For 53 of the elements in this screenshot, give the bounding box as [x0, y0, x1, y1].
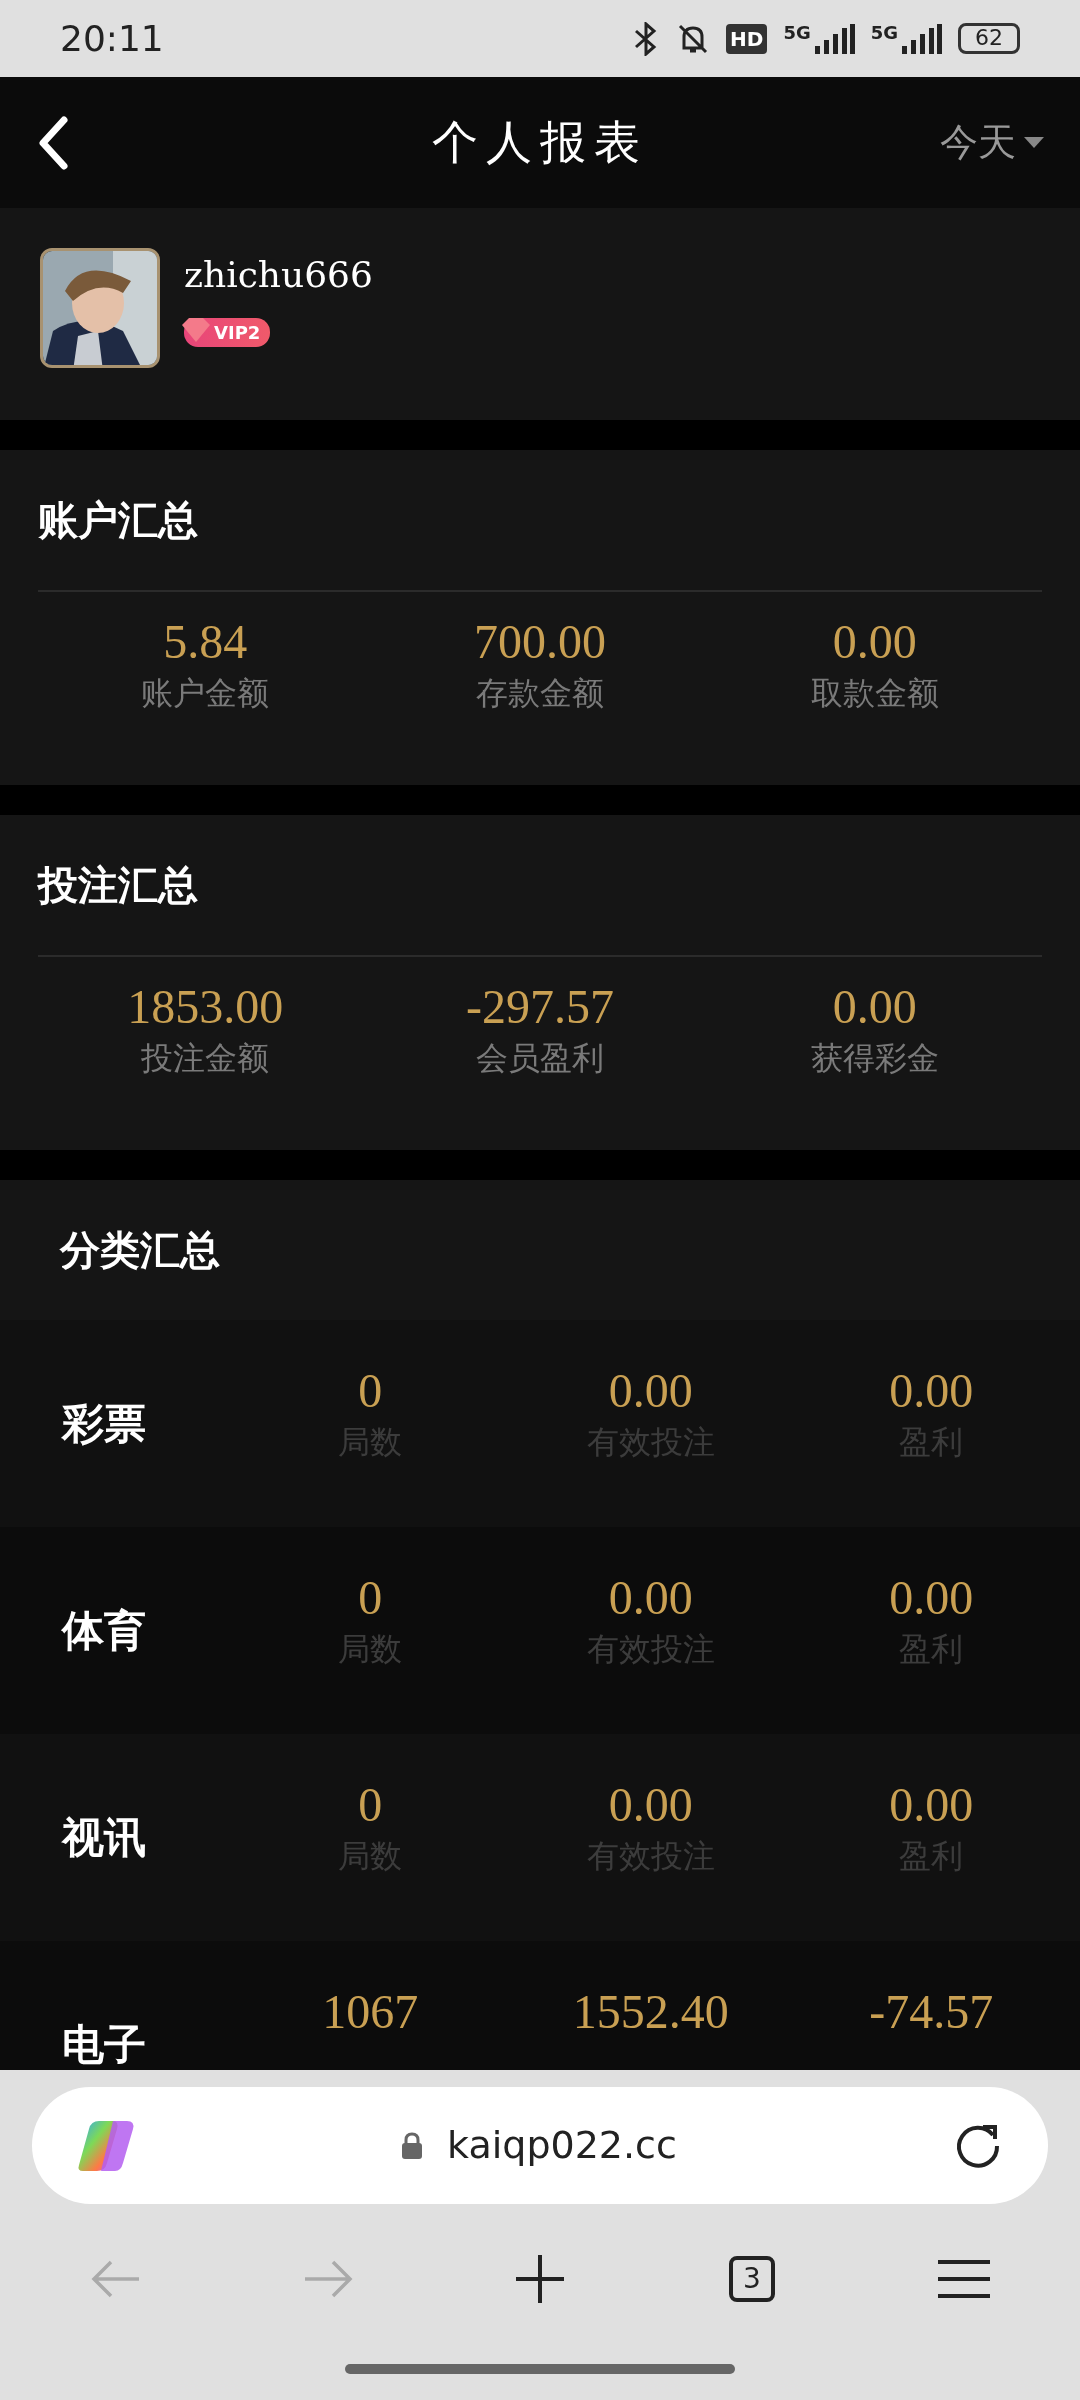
stat-label: 投注金额 [141, 1037, 270, 1079]
category-name: 电子 [61, 2019, 147, 2070]
stat-value: 0.00 [608, 1572, 693, 1625]
caret-icon [1024, 136, 1044, 149]
stat-label: 存款金额 [476, 672, 604, 714]
stat-value: 0 [358, 1572, 383, 1625]
lock-icon [401, 2131, 424, 2160]
status-time: 20:11 [60, 16, 164, 61]
stat-value: 5.84 [163, 616, 248, 669]
category-name: 彩票 [60, 1398, 147, 1450]
stat-value: 0.00 [608, 1365, 693, 1418]
signal-icon [902, 23, 942, 54]
period-dropdown[interactable]: 今天 [934, 77, 1050, 208]
stat-value: 0 [358, 1365, 383, 1418]
stat-value: 0.00 [889, 1572, 974, 1625]
section-title: 分类汇总 [58, 1226, 221, 1275]
signal-icon [814, 23, 855, 54]
stat-label: 会员盈利 [476, 1037, 604, 1079]
username: zhichu666 [184, 253, 373, 297]
stat-value: 0 [358, 1779, 383, 1832]
stat-value: 1067 [322, 1986, 419, 2039]
stat-label: 取款金额 [810, 672, 939, 714]
stat-value: 0.00 [889, 1365, 974, 1418]
address-bar[interactable]: kaiqp022.cc [32, 2087, 1048, 2204]
network-type: 5G [870, 23, 898, 42]
stat-label: 获得彩金 [810, 1037, 939, 1079]
section-title: 账户汇总 [38, 496, 199, 545]
battery-indicator: 62 [958, 23, 1020, 54]
stat-label: 账户金额 [141, 672, 270, 714]
page-title: 个人报表 [432, 114, 648, 171]
hd-badge: HD [726, 23, 768, 54]
tab-count-button[interactable]: 3 [692, 2229, 812, 2329]
network-type: 5G [783, 23, 811, 42]
stat-value: -297.57 [466, 981, 614, 1034]
assistant-icon [77, 2118, 135, 2173]
arrow-right-icon [303, 2259, 353, 2299]
category-name: 体育 [60, 1605, 147, 1657]
section-title: 投注汇总 [38, 861, 199, 910]
stat-value: 0.00 [608, 1779, 693, 1832]
arrow-left-icon [91, 2259, 141, 2299]
menu-icon [938, 2259, 990, 2299]
stat-value: 0.00 [889, 1779, 974, 1832]
category-name: 视讯 [60, 1812, 147, 1864]
url-text: kaiqp022.cc [447, 2122, 677, 2169]
vip-badge: VIP2 [184, 318, 271, 347]
stat-value: 1853.00 [127, 981, 284, 1034]
stat-value: 0.00 [832, 616, 917, 669]
stat-value: -74.57 [869, 1986, 994, 2039]
stat-value: 700.00 [474, 616, 606, 669]
stat-value: 0.00 [832, 981, 917, 1034]
chevron-left-icon [36, 114, 70, 171]
plus-icon [516, 2255, 564, 2303]
stat-value: 1552.40 [572, 1986, 729, 2039]
